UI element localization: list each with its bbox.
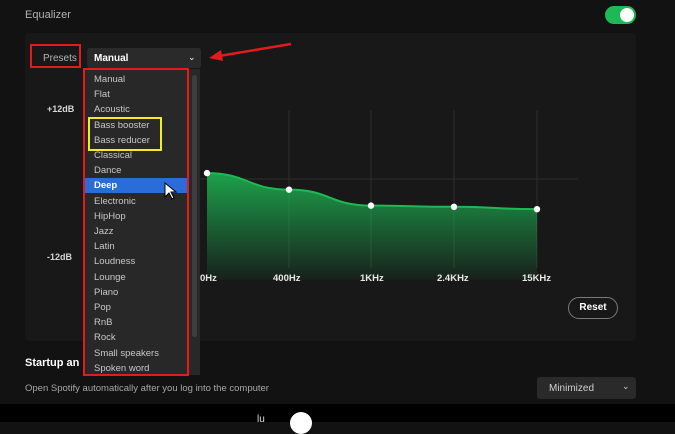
eq-band-handle-2.4KHz[interactable] bbox=[450, 203, 458, 211]
toggle-knob bbox=[620, 8, 634, 22]
bottom-partial-text: lu bbox=[257, 414, 265, 425]
reset-button[interactable]: Reset bbox=[568, 297, 618, 319]
presets-annotation-box bbox=[30, 44, 81, 68]
startup-description: Open Spotify automatically after you log… bbox=[25, 383, 269, 394]
eq-band-handle-400Hz[interactable] bbox=[285, 186, 293, 193]
player-control-icon[interactable] bbox=[290, 412, 312, 434]
chevron-down-icon: ⌄ bbox=[188, 52, 196, 62]
eq-curve-fill bbox=[207, 173, 537, 280]
band-label-1khz: 1KHz bbox=[360, 273, 384, 284]
eq-curve-chart[interactable] bbox=[200, 100, 580, 280]
annotation-arrow-icon bbox=[209, 42, 292, 61]
eq-band-handle-15KHz[interactable] bbox=[533, 205, 541, 213]
chevron-down-icon: ⌄ bbox=[622, 381, 630, 391]
y-min-label: -12dB bbox=[47, 252, 73, 262]
startup-select-value: Minimized bbox=[549, 383, 595, 394]
mouse-cursor-icon bbox=[164, 182, 178, 200]
dropdown-scrollbar[interactable] bbox=[192, 75, 197, 337]
equalizer-title: Equalizer bbox=[25, 9, 71, 21]
band-label-150hz: 0Hz bbox=[200, 273, 217, 284]
y-max-label: +12dB bbox=[47, 104, 75, 114]
dropdown-annotation-box bbox=[83, 68, 189, 376]
band-label-2-4khz: 2.4KHz bbox=[437, 273, 469, 284]
band-label-400hz: 400Hz bbox=[273, 273, 301, 284]
bottom-overlay-bar bbox=[0, 404, 675, 422]
band-label-15khz: 15KHz bbox=[522, 273, 552, 284]
eq-band-handle-150Hz[interactable] bbox=[203, 169, 211, 177]
startup-section-heading: Startup an bbox=[25, 357, 80, 369]
equalizer-toggle[interactable] bbox=[605, 6, 636, 24]
preset-select-value: Manual bbox=[94, 53, 129, 64]
bass-options-annotation-box bbox=[88, 117, 162, 151]
eq-band-handle-1KHz[interactable] bbox=[367, 202, 375, 209]
